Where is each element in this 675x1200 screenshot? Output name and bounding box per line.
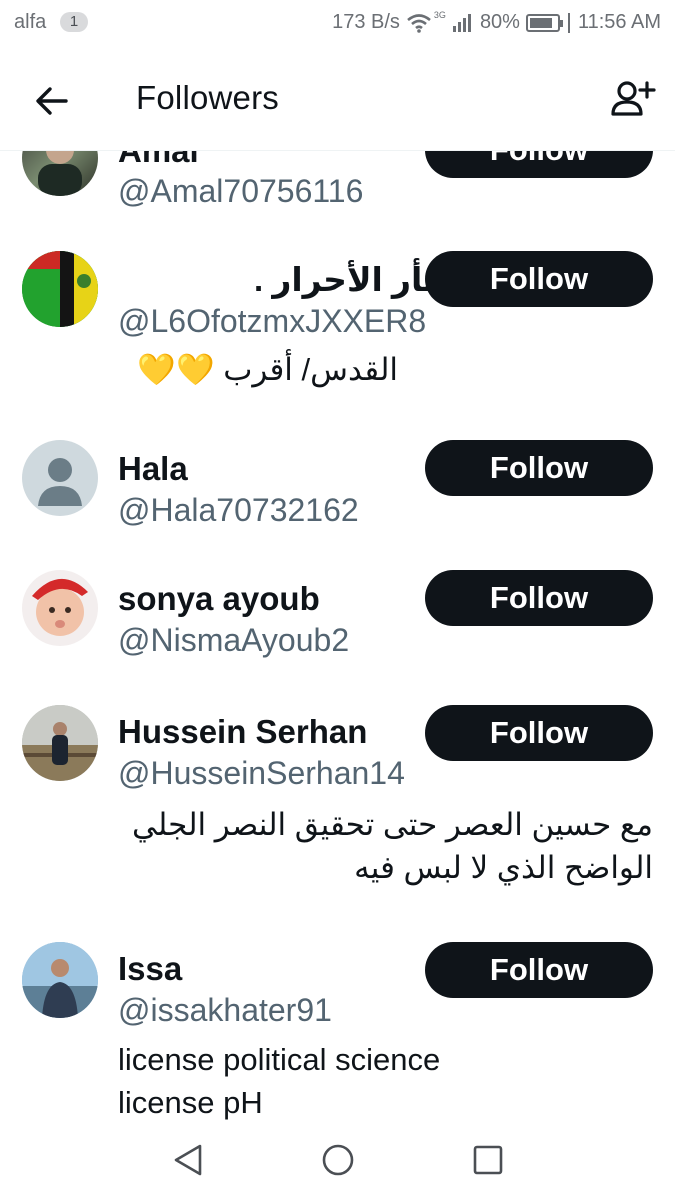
sim-badge: 1 (60, 12, 88, 32)
avatar[interactable] (22, 251, 98, 327)
follower-bio: license political science license pH (118, 1042, 441, 1120)
follow-button[interactable]: Follow (425, 440, 653, 496)
triangle-back-icon (174, 1144, 202, 1176)
follower-handle[interactable]: @issakhater91 (118, 992, 332, 1029)
follower-handle[interactable]: @L6OfotzmxJXXER8 (118, 303, 426, 340)
follower-name[interactable]: Hala (118, 450, 188, 488)
circle-home-icon (322, 1144, 354, 1176)
list-item[interactable]: ثأر الأحرار . @L6OfotzmxJXXER8 القدس/ أق… (0, 240, 675, 420)
list-item[interactable]: Amal @Amal70756116 Follow (0, 150, 675, 210)
app-bar: Followers (0, 46, 675, 151)
follower-name[interactable]: Issa (118, 950, 182, 988)
system-back-button[interactable] (170, 1142, 206, 1178)
net-speed: 173 B/s (332, 11, 400, 33)
status-bar: alfa 1 173 B/s 3G 80% 11:56 AM (0, 0, 675, 46)
follower-name[interactable]: ثأر الأحرار . (254, 260, 436, 299)
follower-bio: القدس/ أقرب 💛💛 (137, 352, 398, 387)
default-user-icon (38, 458, 82, 506)
list-item[interactable]: Hala @Hala70732162 Follow (0, 430, 675, 540)
avatar[interactable] (22, 440, 98, 516)
follow-button[interactable]: Follow (425, 150, 653, 178)
system-recents-button[interactable] (470, 1142, 506, 1178)
battery-icon (525, 13, 563, 32)
signal-icon (452, 13, 471, 32)
carrier-label: alfa (14, 11, 47, 33)
list-item[interactable]: Issa @issakhater91 license political sci… (0, 932, 675, 1120)
follower-name[interactable]: Hussein Serhan (118, 713, 367, 751)
follow-button[interactable]: Follow (425, 705, 653, 761)
follower-name[interactable]: sonya ayoub (118, 580, 320, 618)
followers-list[interactable]: Amal @Amal70756116 Follow ثأر الأحرار . … (0, 150, 675, 1120)
follower-name[interactable]: Amal (118, 150, 199, 170)
system-nav-bar (0, 1120, 675, 1200)
follow-button[interactable]: Follow (425, 570, 653, 626)
avatar[interactable] (22, 705, 98, 781)
list-item[interactable]: sonya ayoub @NismaAyoub2 Follow (0, 560, 675, 670)
add-user-button[interactable] (607, 74, 657, 124)
follower-handle[interactable]: @Amal70756116 (118, 173, 363, 210)
follower-bio: مع حسين العصر حتى تحقيق النصر الجلي الوا… (131, 807, 653, 885)
list-item[interactable]: Hussein Serhan @HusseinSerhan14 مع حسين … (0, 695, 675, 895)
arrow-left-icon (36, 87, 68, 115)
battery-percent: 80% (479, 11, 520, 33)
avatar[interactable] (22, 150, 98, 196)
square-recents-icon (473, 1145, 503, 1175)
follow-button[interactable]: Follow (425, 942, 653, 998)
clock: 11:56 AM (577, 11, 661, 33)
system-home-button[interactable] (320, 1142, 356, 1178)
follower-handle[interactable]: @HusseinSerhan14 (118, 755, 405, 792)
add-user-icon (611, 81, 656, 116)
avatar[interactable] (22, 942, 98, 1018)
page-title: Followers (136, 79, 280, 116)
wifi-icon (407, 13, 431, 33)
back-button[interactable] (30, 79, 74, 123)
follower-handle[interactable]: @Hala70732162 (118, 492, 359, 529)
network-type: 3G (433, 9, 446, 20)
follower-handle[interactable]: @NismaAyoub2 (118, 622, 349, 659)
avatar[interactable] (22, 570, 98, 646)
follow-button[interactable]: Follow (425, 251, 653, 307)
